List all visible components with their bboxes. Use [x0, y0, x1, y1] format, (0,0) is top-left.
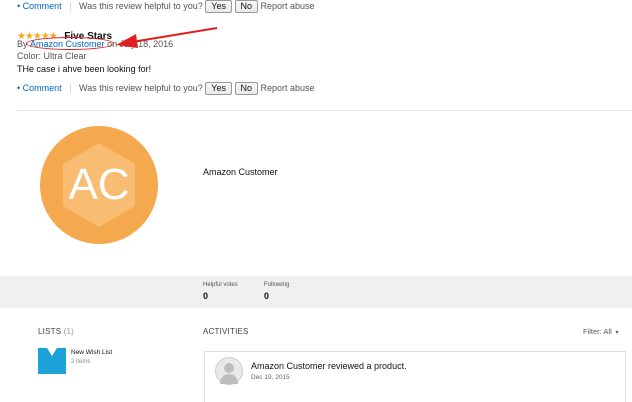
comment-link-label-2[interactable]: Comment — [23, 83, 62, 93]
comment-link[interactable]: • Comment — [17, 1, 62, 11]
chevron-down-icon: ▾ — [613, 330, 619, 336]
author-link[interactable]: Amazon Customer — [26, 37, 115, 50]
activity-date: Dec 19, 2015 — [251, 374, 290, 381]
wishlist-name[interactable]: New Wish List — [71, 349, 112, 356]
wishlist-item[interactable]: New Wish List 2 items — [38, 346, 148, 376]
review-actions-row-top: • Comment | Was this review helpful to y… — [17, 0, 315, 13]
arrow-head — [116, 34, 138, 48]
report-abuse-link[interactable]: Report abuse — [261, 1, 315, 11]
helpful-question: Was this review helpful to you? — [79, 1, 203, 11]
yes-button-2[interactable]: Yes — [205, 82, 232, 95]
report-abuse-link-2[interactable]: Report abuse — [261, 83, 315, 93]
avatar-head — [224, 363, 234, 373]
wishlist-meta: 2 items — [71, 359, 91, 365]
lists-count: (1) — [63, 327, 75, 336]
helpful-question-2: Was this review helpful to you? — [79, 83, 203, 93]
helpful-votes-label: Helpful votes — [203, 282, 238, 288]
following-value: 0 — [264, 291, 270, 301]
avatar-body — [220, 374, 238, 384]
comment-link-label[interactable]: Comment — [23, 1, 62, 11]
no-button-2[interactable]: No — [234, 82, 259, 95]
profile-name: Amazon Customer — [203, 167, 278, 177]
bookmark-notch — [47, 348, 57, 356]
section-divider — [17, 110, 632, 111]
review-color: Color: Ultra Clear — [17, 51, 87, 61]
yes-button[interactable]: Yes — [205, 0, 232, 13]
annotation-arrow — [116, 27, 218, 48]
following-label: Following — [264, 282, 290, 288]
activities-filter[interactable]: Filter: All ▾ — [583, 327, 619, 336]
review-body: THe case i ahve been looking for! — [17, 64, 152, 74]
activities-heading: ACTIVITIES — [203, 327, 249, 336]
activity-text[interactable]: Amazon Customer reviewed a product. — [251, 361, 407, 371]
highlight-ellipse — [26, 37, 115, 50]
arrow-shaft — [131, 27, 218, 43]
wishlist-folder-icon — [38, 348, 66, 374]
avatar-initials: AC — [68, 160, 130, 209]
helpful-votes-value: 0 — [203, 291, 209, 301]
lists-heading: LISTS (1) — [38, 327, 74, 336]
filter-label[interactable]: Filter: All — [583, 327, 612, 336]
user-avatar-icon — [215, 357, 243, 385]
comment-link-2[interactable]: • Comment — [17, 83, 62, 93]
divider: | — [64, 1, 77, 11]
review-actions-row: • Comment | Was this review helpful to y… — [17, 82, 315, 95]
stats-bar — [0, 276, 632, 308]
divider: | — [64, 83, 77, 93]
profile-avatar: AC — [40, 126, 158, 244]
lists-heading-label: LISTS — [38, 327, 62, 336]
no-button[interactable]: No — [234, 0, 259, 13]
